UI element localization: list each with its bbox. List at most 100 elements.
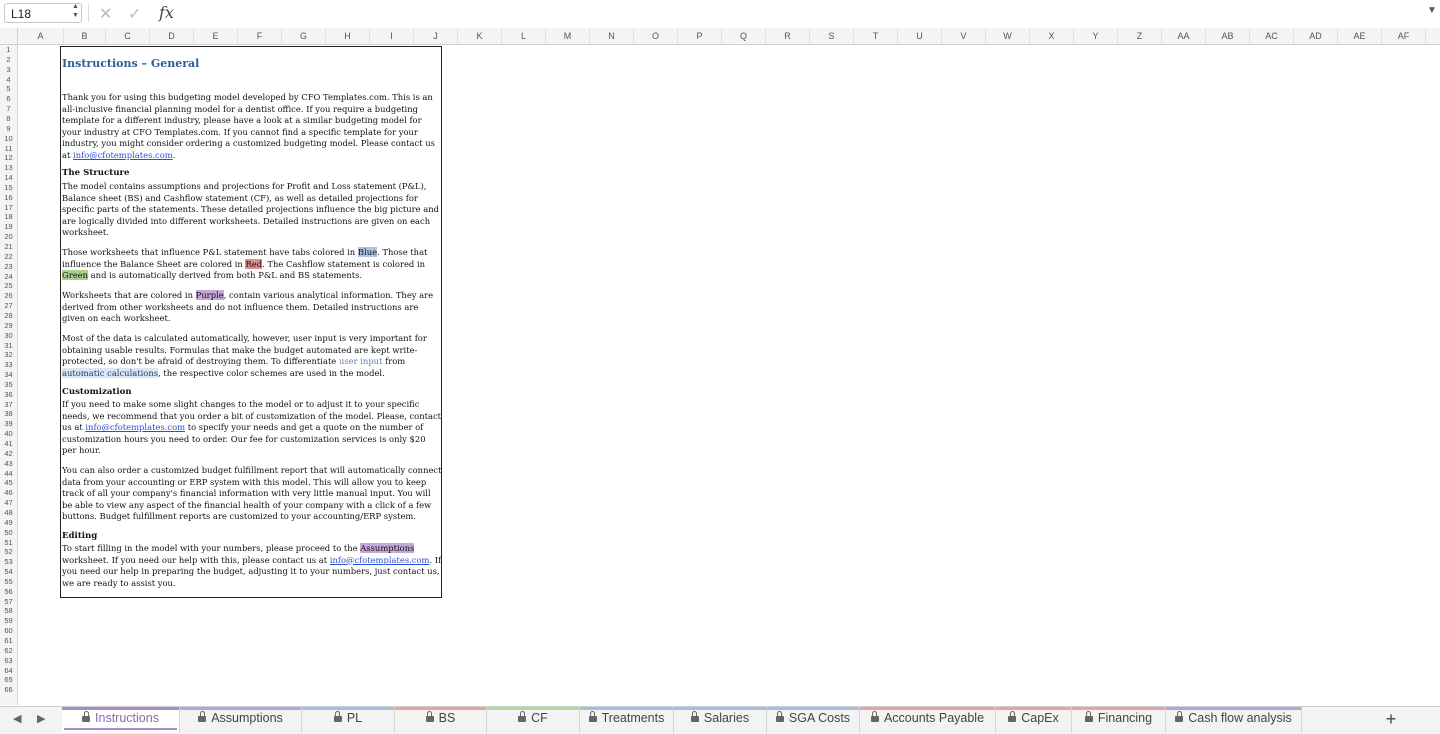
sheet-tab-instructions[interactable]: Instructions	[62, 707, 180, 733]
row-header[interactable]: 66	[0, 685, 17, 695]
sheet-tab-financing[interactable]: Financing	[1072, 707, 1166, 733]
column-header-t[interactable]: T	[854, 28, 898, 44]
row-header[interactable]: 17	[0, 203, 17, 213]
row-header[interactable]: 11	[0, 144, 17, 154]
row-header[interactable]: 61	[0, 636, 17, 646]
column-header-c[interactable]: C	[106, 28, 150, 44]
row-header[interactable]: 12	[0, 153, 17, 163]
sheet-tab-sga-costs[interactable]: SGA Costs	[767, 707, 860, 733]
row-header[interactable]: 48	[0, 508, 17, 518]
column-header-m[interactable]: M	[546, 28, 590, 44]
row-header[interactable]: 33	[0, 360, 17, 370]
sheet-tab-accounts-payable[interactable]: Accounts Payable	[860, 707, 996, 733]
row-header[interactable]: 30	[0, 331, 17, 341]
row-header[interactable]: 45	[0, 478, 17, 488]
column-header-h[interactable]: H	[326, 28, 370, 44]
sheet-tab-cf[interactable]: CF	[487, 707, 580, 733]
column-header-f[interactable]: F	[238, 28, 282, 44]
row-header[interactable]: 49	[0, 518, 17, 528]
row-header[interactable]: 40	[0, 429, 17, 439]
column-header-p[interactable]: P	[678, 28, 722, 44]
column-header-b[interactable]: B	[64, 28, 106, 44]
confirm-icon[interactable]: ✓	[128, 4, 141, 24]
row-header[interactable]: 25	[0, 281, 17, 291]
row-header[interactable]: 5	[0, 84, 17, 94]
column-header-d[interactable]: D	[150, 28, 194, 44]
row-header[interactable]: 41	[0, 439, 17, 449]
column-header-aa[interactable]: AA	[1162, 28, 1206, 44]
column-header-l[interactable]: L	[502, 28, 546, 44]
select-all-corner[interactable]	[0, 28, 18, 44]
row-header[interactable]: 60	[0, 626, 17, 636]
row-header[interactable]: 9	[0, 124, 17, 134]
row-header[interactable]: 51	[0, 538, 17, 548]
row-header[interactable]: 32	[0, 350, 17, 360]
cancel-icon[interactable]: ✕	[99, 4, 112, 24]
row-header[interactable]: 16	[0, 193, 17, 203]
row-header[interactable]: 26	[0, 291, 17, 301]
column-header-ab[interactable]: AB	[1206, 28, 1250, 44]
row-header[interactable]: 58	[0, 606, 17, 616]
row-header[interactable]: 8	[0, 114, 17, 124]
sheet-tab-capex[interactable]: CapEx	[996, 707, 1072, 733]
row-header[interactable]: 36	[0, 390, 17, 400]
name-box[interactable]: L18	[4, 3, 82, 23]
row-header[interactable]: 24	[0, 272, 17, 282]
row-header[interactable]: 18	[0, 212, 17, 222]
email-link[interactable]: info@cfotemplates.com	[73, 150, 173, 160]
row-header[interactable]: 29	[0, 321, 17, 331]
add-sheet-button[interactable]: +	[1380, 709, 1402, 731]
sheet-tab-assumptions[interactable]: Assumptions	[180, 707, 302, 733]
row-header[interactable]: 39	[0, 419, 17, 429]
row-header[interactable]: 6	[0, 94, 17, 104]
row-header[interactable]: 21	[0, 242, 17, 252]
row-header[interactable]: 59	[0, 616, 17, 626]
row-header[interactable]: 57	[0, 597, 17, 607]
prev-sheet-icon[interactable]: ◀	[13, 712, 21, 725]
row-header[interactable]: 56	[0, 587, 17, 597]
row-header[interactable]: 14	[0, 173, 17, 183]
row-header[interactable]: 15	[0, 183, 17, 193]
name-box-stepper-icon[interactable]: ▲ ▼	[72, 2, 79, 20]
sheet-tab-treatments[interactable]: Treatments	[580, 707, 674, 733]
row-header[interactable]: 3	[0, 65, 17, 75]
column-header-r[interactable]: R	[766, 28, 810, 44]
row-header[interactable]: 4	[0, 75, 17, 85]
row-header[interactable]: 42	[0, 449, 17, 459]
column-header-j[interactable]: J	[414, 28, 458, 44]
row-header[interactable]: 43	[0, 459, 17, 469]
row-header[interactable]: 35	[0, 380, 17, 390]
row-header[interactable]: 10	[0, 134, 17, 144]
next-sheet-icon[interactable]: ▶	[37, 712, 45, 725]
row-header[interactable]: 63	[0, 656, 17, 666]
column-header-q[interactable]: Q	[722, 28, 766, 44]
column-header-u[interactable]: U	[898, 28, 942, 44]
email-link[interactable]: info@cfotemplates.com	[85, 422, 185, 432]
column-header-o[interactable]: O	[634, 28, 678, 44]
row-header[interactable]: 46	[0, 488, 17, 498]
row-header[interactable]: 2	[0, 55, 17, 65]
row-header[interactable]: 23	[0, 262, 17, 272]
row-header[interactable]: 31	[0, 341, 17, 351]
row-header[interactable]: 37	[0, 400, 17, 410]
formula-input[interactable]	[184, 3, 1428, 25]
column-header-ae[interactable]: AE	[1338, 28, 1382, 44]
column-header-n[interactable]: N	[590, 28, 634, 44]
column-header-z[interactable]: Z	[1118, 28, 1162, 44]
column-header-ac[interactable]: AC	[1250, 28, 1294, 44]
row-header[interactable]: 44	[0, 469, 17, 479]
row-header[interactable]: 7	[0, 104, 17, 114]
row-header[interactable]: 65	[0, 675, 17, 685]
column-header-i[interactable]: I	[370, 28, 414, 44]
column-header-y[interactable]: Y	[1074, 28, 1118, 44]
column-header-x[interactable]: X	[1030, 28, 1074, 44]
column-header-a[interactable]: A	[18, 28, 64, 44]
column-header-g[interactable]: G	[282, 28, 326, 44]
row-header[interactable]: 54	[0, 567, 17, 577]
row-header[interactable]: 52	[0, 547, 17, 557]
row-header[interactable]: 22	[0, 252, 17, 262]
sheet-tab-cash-flow-analysis[interactable]: Cash flow analysis	[1166, 707, 1302, 733]
sheet-tab-salaries[interactable]: Salaries	[674, 707, 767, 733]
row-header[interactable]: 20	[0, 232, 17, 242]
row-header[interactable]: 50	[0, 528, 17, 538]
